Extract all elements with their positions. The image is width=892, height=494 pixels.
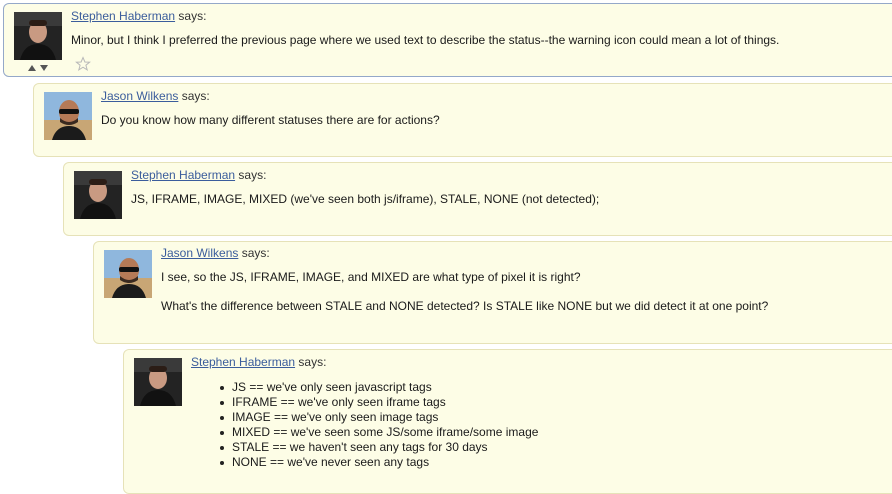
comment-line: Do you know how many different statuses … [101, 113, 440, 127]
comment-3: Stephen Haberman says: JS, IFRAME, IMAGE… [63, 162, 892, 236]
list-item: JS == we've only seen javascript tags [216, 380, 538, 395]
comment-4: Jason Wilkens says: I see, so the JS, IF… [93, 241, 892, 344]
comment-2: Jason Wilkens says: Do you know how many… [33, 83, 892, 157]
avatar-stephen-haberman [74, 171, 122, 219]
comment-text: Minor, but I think I preferred the previ… [71, 33, 779, 47]
says-label: says: [298, 355, 327, 369]
comment-line: What's the difference between STALE and … [161, 299, 769, 313]
author-link[interactable]: Stephen Haberman [191, 355, 295, 369]
comment-text: JS, IFRAME, IMAGE, MIXED (we've seen bot… [131, 192, 599, 206]
list-item: STALE == we haven't seen any tags for 30… [216, 440, 538, 455]
comment-header: Jason Wilkens says: [161, 246, 270, 260]
says-label: says: [238, 168, 267, 182]
says-label: says: [181, 89, 210, 103]
author-link[interactable]: Stephen Haberman [71, 9, 175, 23]
comment-header: Stephen Haberman says: [131, 168, 266, 182]
comment-5: Stephen Haberman says: JS == we've only … [123, 349, 892, 494]
status-list: JS == we've only seen javascript tags IF… [216, 380, 538, 470]
author-link[interactable]: Stephen Haberman [131, 168, 235, 182]
list-item: MIXED == we've seen some JS/some iframe/… [216, 425, 538, 440]
star-outline-icon[interactable] [75, 56, 91, 75]
list-item: IFRAME == we've only seen iframe tags [216, 395, 538, 410]
comment-header: Stephen Haberman says: [191, 355, 326, 369]
comment-text: I see, so the JS, IFRAME, IMAGE, and MIX… [161, 270, 768, 313]
author-link[interactable]: Jason Wilkens [161, 246, 238, 260]
author-link[interactable]: Jason Wilkens [101, 89, 178, 103]
comment-line: Minor, but I think I preferred the previ… [71, 33, 780, 47]
list-item: IMAGE == we've only seen image tags [216, 410, 538, 425]
avatar-stephen-haberman [14, 12, 62, 60]
comment-1: Stephen Haberman says: Minor, but I thin… [3, 3, 892, 77]
comment-text: Do you know how many different statuses … [101, 113, 440, 127]
vote-arrows-icon[interactable] [26, 61, 50, 75]
comment-line: I see, so the JS, IFRAME, IMAGE, and MIX… [161, 270, 581, 284]
avatar-jason-wilkens [44, 92, 92, 140]
list-item: NONE == we've never seen any tags [216, 455, 538, 470]
comment-header: Stephen Haberman says: [71, 9, 206, 23]
says-label: says: [178, 9, 207, 23]
comment-line: JS, IFRAME, IMAGE, MIXED (we've seen bot… [131, 192, 600, 206]
says-label: says: [241, 246, 270, 260]
avatar-stephen-haberman [134, 358, 182, 406]
comment-header: Jason Wilkens says: [101, 89, 210, 103]
avatar-jason-wilkens [104, 250, 152, 298]
